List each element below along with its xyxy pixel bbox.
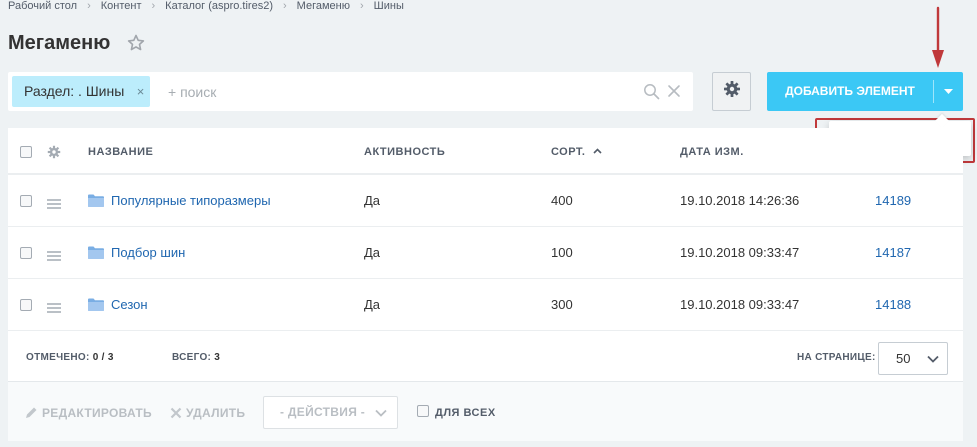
title-row: Мегаменю <box>8 30 146 56</box>
data-grid: НАЗВАНИЕ АКТИВНОСТЬ СОРТ. ДАТА ИЗМ. Попу… <box>8 128 963 384</box>
filter-search-box[interactable]: Раздел: . Шины × <box>8 72 693 111</box>
row-name-link[interactable]: Подбор шин <box>111 245 185 260</box>
chevron-down-icon <box>944 89 953 94</box>
breadcrumb-separator: › <box>283 0 287 12</box>
column-header-name[interactable]: НАЗВАНИЕ <box>88 146 153 158</box>
row-active: Да <box>364 193 381 208</box>
actions-select[interactable]: - ДЕЙСТВИЯ - <box>263 396 398 429</box>
per-page-label: НА СТРАНИЦЕ: <box>797 352 876 363</box>
drag-handle-icon[interactable] <box>47 248 61 261</box>
column-header-date[interactable]: ДАТА ИЗМ. <box>680 146 744 158</box>
arrow-down-icon <box>930 6 946 70</box>
select-all-checkbox[interactable] <box>20 146 32 158</box>
chevron-down-icon <box>375 409 387 417</box>
row-checkbox[interactable] <box>20 299 32 311</box>
filter-tag-remove-icon[interactable]: × <box>137 76 145 107</box>
row-id-link[interactable]: 14188 <box>875 297 911 312</box>
breadcrumb-separator: › <box>151 0 156 12</box>
selected-counter: ОТМЕЧЕНО: 0 / 3 <box>26 352 114 363</box>
row-active: Да <box>364 245 381 260</box>
actions-select-value: - ДЕЙСТВИЯ - <box>280 405 366 419</box>
row-sort: 100 <box>551 245 573 260</box>
close-icon <box>170 407 182 419</box>
breadcrumb-item-tires[interactable]: Шины <box>374 0 404 12</box>
sort-up-icon <box>593 148 602 154</box>
breadcrumb-item-catalog[interactable]: Каталог (aspro.tires2) <box>165 0 273 12</box>
breadcrumb-item-desktop[interactable]: Рабочий стол <box>8 0 77 12</box>
search-icon[interactable] <box>643 83 660 100</box>
column-header-active[interactable]: АКТИВНОСТЬ <box>364 146 445 158</box>
for-all-label[interactable]: ДЛЯ ВСЕХ <box>435 407 496 419</box>
row-checkbox[interactable] <box>20 195 32 207</box>
folder-icon <box>88 246 104 259</box>
selected-counter-value: 0 / 3 <box>92 352 114 363</box>
breadcrumb-item-megamenu[interactable]: Мегаменю <box>297 0 350 12</box>
action-panel: РЕДАКТИРОВАТЬ УДАЛИТЬ - ДЕЙСТВИЯ - ДЛЯ В… <box>8 381 963 441</box>
page-size-select[interactable]: 50 <box>878 342 948 375</box>
edit-button[interactable]: РЕДАКТИРОВАТЬ <box>25 406 152 420</box>
table-row[interactable]: Сезон Да 300 19.10.2018 09:33:47 14188 <box>8 279 963 331</box>
column-header-sort[interactable]: СОРТ. <box>551 146 602 158</box>
filter-tag-label: Раздел: . Шины <box>24 83 125 99</box>
row-name-link[interactable]: Сезон <box>111 297 148 312</box>
page-size-value: 50 <box>896 351 911 366</box>
filter-tag-section[interactable]: Раздел: . Шины × <box>12 76 151 107</box>
clear-icon[interactable] <box>667 84 681 98</box>
drag-handle-icon[interactable] <box>47 300 61 313</box>
row-id-link[interactable]: 14187 <box>875 245 911 260</box>
page-title: Мегаменю <box>8 31 111 54</box>
edit-button-label: РЕДАКТИРОВАТЬ <box>42 406 152 420</box>
folder-icon <box>88 298 104 311</box>
search-input[interactable] <box>168 82 628 102</box>
for-all-checkbox[interactable] <box>417 405 429 417</box>
grid-footer: ОТМЕЧЕНО: 0 / 3 ВСЕГО: 3 НА СТРАНИЦЕ: 50 <box>8 334 963 382</box>
breadcrumb: Рабочий стол › Контент › Каталог (aspro.tire… <box>8 0 404 14</box>
selected-counter-label: ОТМЕЧЕНО: <box>26 352 90 363</box>
gear-icon <box>723 80 741 103</box>
row-active: Да <box>364 297 381 312</box>
folder-icon <box>88 194 104 207</box>
add-dropdown-toggle[interactable] <box>934 72 963 111</box>
pencil-icon <box>26 407 37 418</box>
row-date: 19.10.2018 09:33:47 <box>680 297 800 312</box>
row-name-link[interactable]: Популярные типоразмеры <box>111 193 271 208</box>
row-id-link[interactable]: 14189 <box>875 193 911 208</box>
row-date: 19.10.2018 14:26:36 <box>680 193 800 208</box>
table-row[interactable]: Подбор шин Да 100 19.10.2018 09:33:47 14… <box>8 227 963 279</box>
total-counter: ВСЕГО: 3 <box>172 352 220 363</box>
row-checkbox[interactable] <box>20 247 32 259</box>
chevron-down-icon <box>927 355 939 363</box>
breadcrumb-item-content[interactable]: Контент <box>101 0 142 12</box>
delete-button-label: УДАЛИТЬ <box>186 406 246 420</box>
grid-header: НАЗВАНИЕ АКТИВНОСТЬ СОРТ. ДАТА ИЗМ. <box>8 128 963 175</box>
star-icon[interactable] <box>126 33 146 53</box>
column-header-sort-label: СОРТ. <box>551 146 586 158</box>
drag-handle-icon[interactable] <box>47 196 61 209</box>
breadcrumb-separator: › <box>87 0 91 12</box>
breadcrumb-separator: › <box>359 0 364 12</box>
add-element-button[interactable]: ДОБАВИТЬ ЭЛЕМЕНТ <box>767 72 963 111</box>
gear-icon[interactable] <box>47 145 61 159</box>
row-date: 19.10.2018 09:33:47 <box>680 245 800 260</box>
total-counter-value: 3 <box>214 352 221 363</box>
grid-settings-button[interactable] <box>712 72 751 111</box>
delete-button[interactable]: УДАЛИТЬ <box>170 406 245 420</box>
add-element-label[interactable]: ДОБАВИТЬ ЭЛЕМЕНТ <box>767 72 933 111</box>
row-sort: 400 <box>551 193 573 208</box>
total-counter-label: ВСЕГО: <box>172 352 212 363</box>
table-row[interactable]: Популярные типоразмеры Да 400 19.10.2018… <box>8 175 963 227</box>
row-sort: 300 <box>551 297 573 312</box>
